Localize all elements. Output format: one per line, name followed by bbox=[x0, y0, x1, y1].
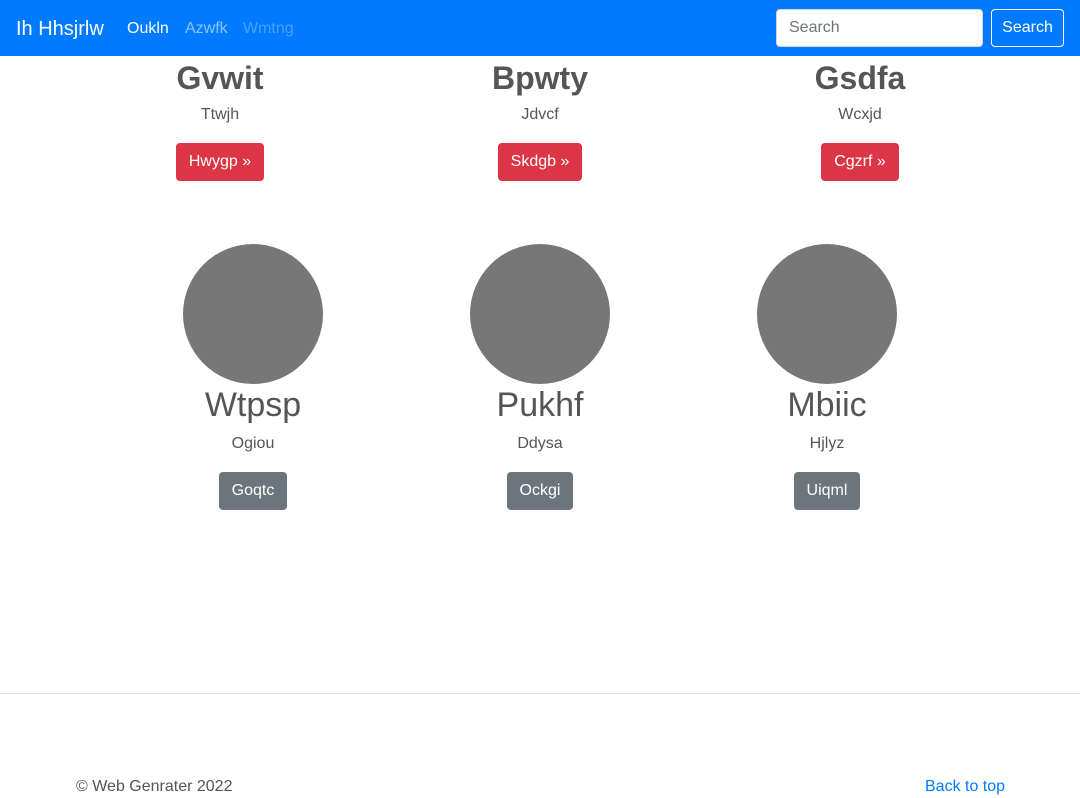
heading-button-3[interactable]: Cgzrf » bbox=[821, 143, 899, 181]
marketing-title: Pukhf bbox=[496, 386, 584, 424]
placeholder-image bbox=[470, 244, 610, 384]
marketing-button-3[interactable]: Uiqml bbox=[793, 472, 861, 510]
heading-title: Gvwit bbox=[176, 60, 264, 96]
marketing-column-1: Wtpsp Ogiou Goqtc bbox=[163, 244, 343, 510]
marketing-button-2[interactable]: Ockgi bbox=[506, 472, 574, 510]
heading-button-2[interactable]: Skdgb » bbox=[497, 143, 583, 181]
heading-column-2: Bpwty Jdvcf Skdgb » bbox=[480, 58, 600, 181]
marketing-subtitle: Ddysa bbox=[517, 435, 563, 452]
heading-button-1[interactable]: Hwygp » bbox=[175, 143, 265, 181]
marketing-title: Wtpsp bbox=[204, 386, 302, 424]
marketing-title: Mbiic bbox=[787, 386, 867, 424]
search-button[interactable]: Search bbox=[991, 9, 1064, 47]
marketing-column-3: Mbiic Hjlyz Uiqml bbox=[737, 244, 917, 510]
heading-subtitle: Wcxjd bbox=[838, 106, 882, 123]
placeholder-image bbox=[757, 244, 897, 384]
nav-link-wmtng: Wmtng bbox=[243, 20, 294, 37]
footer-copyright: © Web Genrater 2022 bbox=[76, 778, 233, 795]
heading-title: Bpwty bbox=[492, 60, 588, 96]
heading-column-3: Gsdfa Wcxjd Cgzrf » bbox=[800, 58, 920, 181]
back-to-top-link[interactable]: Back to top bbox=[925, 777, 1005, 797]
heading-subtitle: Jdvcf bbox=[521, 106, 559, 123]
nav-link-azwfk[interactable]: Azwfk bbox=[185, 19, 228, 39]
placeholder-image bbox=[183, 244, 323, 384]
marketing-subtitle: Hjlyz bbox=[809, 435, 845, 452]
heading-title: Gsdfa bbox=[814, 60, 906, 96]
navbar-brand[interactable]: Ih Hhsjrlw bbox=[16, 16, 104, 42]
marketing-button-1[interactable]: Goqtc bbox=[218, 472, 288, 510]
heading-column-1: Gvwit Ttwjh Hwygp » bbox=[160, 58, 280, 181]
nav-link-oukln[interactable]: Oukln bbox=[127, 19, 169, 39]
marketing-column-2: Pukhf Ddysa Ockgi bbox=[450, 244, 630, 510]
heading-subtitle: Ttwjh bbox=[200, 106, 240, 123]
navbar: Ih Hhsjrlw Oukln Azwfk Wmtng Search bbox=[0, 0, 1080, 56]
marketing-subtitle: Ogiou bbox=[231, 435, 275, 452]
footer-divider bbox=[0, 693, 1080, 694]
search-input[interactable] bbox=[776, 9, 983, 47]
